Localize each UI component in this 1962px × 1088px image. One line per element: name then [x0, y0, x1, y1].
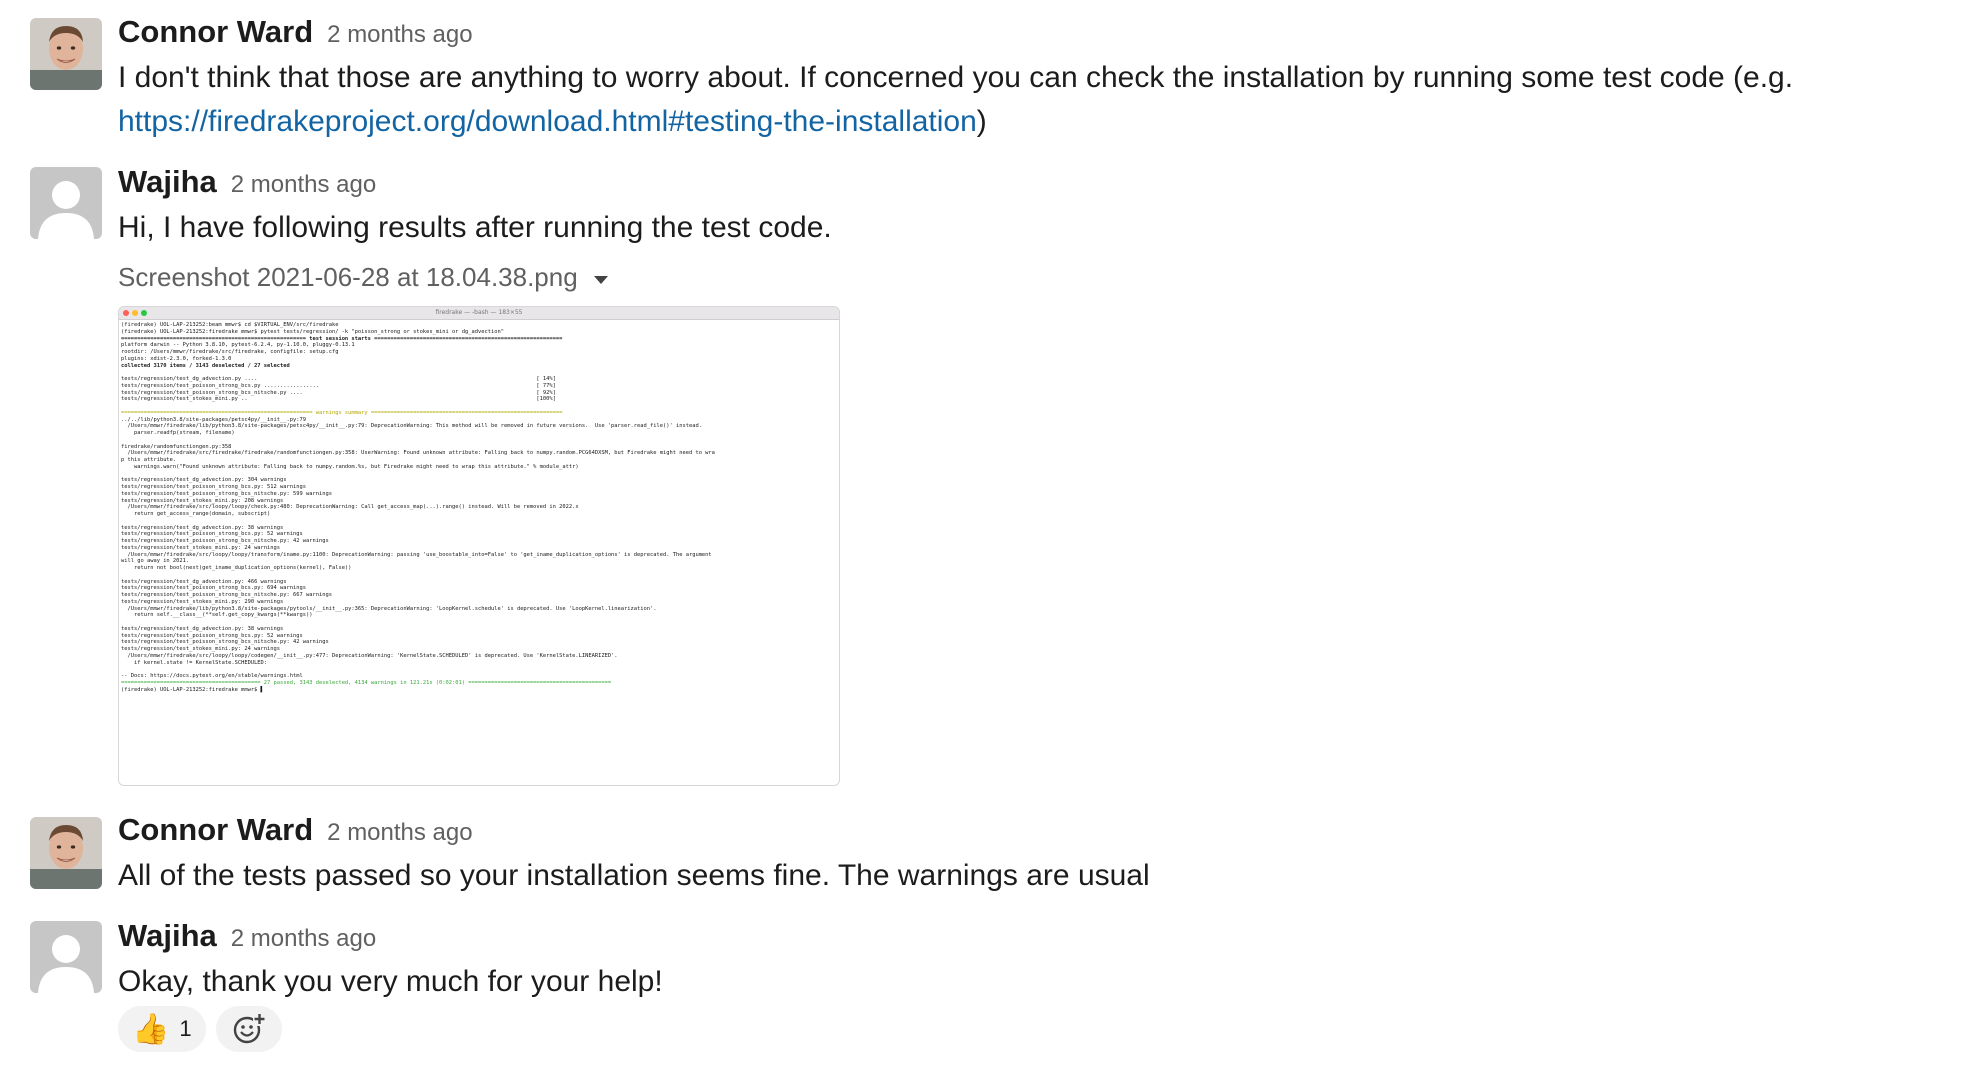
message-text: Okay, thank you very much for your help! — [118, 965, 663, 998]
terminal-line: tests/regression/test_dg_advection.py: 4… — [121, 578, 287, 585]
terminal-line: tests/regression/test_poisson_strong_bcs… — [121, 389, 556, 396]
avatar[interactable] — [30, 921, 102, 993]
terminal-line: return not bool(next(get_iname_duplicati… — [121, 565, 352, 571]
terminal-line: plugins: xdist-2.3.0, forked-1.3.0 — [121, 355, 232, 362]
timestamp[interactable]: 2 months ago — [327, 21, 472, 49]
terminal-line: tests/regression/test_poisson_strong_bcs… — [121, 531, 303, 538]
terminal-title: firedrake — -bash — 183×55 — [435, 309, 523, 316]
terminal-line: tests/regression/test_stokes_mini.py: 24… — [121, 646, 281, 652]
add-emoji-icon — [233, 1013, 266, 1044]
attachment-filename-label: Screenshot 2021-06-28 at 18.04.38.png — [118, 262, 578, 292]
avatar[interactable] — [30, 167, 102, 239]
terminal-line: /Users/mmwr/firedrake/src/loopy/loopy/ch… — [121, 504, 579, 511]
chevron-down-icon[interactable] — [593, 275, 608, 284]
terminal-line: /Users/mmwr/firedrake/lib/python3.8/site… — [121, 423, 702, 430]
author-name[interactable]: Connor Ward — [118, 812, 313, 848]
message-text: Hi, I have following results after runni… — [118, 211, 832, 244]
terminal-line: tests/regression/test_poisson_strong_bcs… — [121, 538, 329, 544]
attachment-filename[interactable]: Screenshot 2021-06-28 at 18.04.38.png — [118, 262, 608, 293]
avatar[interactable] — [30, 817, 102, 889]
timestamp[interactable]: 2 months ago — [231, 171, 376, 199]
author-name[interactable]: Wajiha — [118, 164, 217, 200]
terminal-line: tests/regression/test_dg_advection.py: 3… — [121, 524, 284, 531]
terminal-line: tests/regression/test_poisson_strong_bcs… — [121, 484, 306, 490]
timestamp[interactable]: 2 months ago — [327, 819, 472, 847]
terminal-line: ========================================… — [121, 409, 563, 416]
terminal-line: ========================================… — [121, 335, 563, 342]
terminal-line: firedrake/randomfunctiongen.py:358 — [121, 443, 232, 450]
reactions-bar: 👍 1 — [118, 1006, 282, 1052]
terminal-title-bar: firedrake — -bash — 183×55 — [119, 307, 839, 320]
terminal-line: tests/regression/test_stokes_mini.py: 20… — [121, 497, 284, 504]
reaction-count: 1 — [179, 1016, 192, 1041]
terminal-line: collected 3170 items / 3143 deselected /… — [121, 362, 290, 369]
terminal-line: will go away in 2021. — [121, 558, 190, 565]
thumbs-up-icon: 👍 — [132, 1012, 170, 1046]
terminal-line: tests/regression/test_poisson_strong_bcs… — [121, 490, 332, 497]
terminal-line: ../../lib/python3.8/site-packages/petsc4… — [121, 416, 306, 423]
terminal-line: warnings.warn("Found unknown attribute: … — [121, 463, 579, 470]
terminal-line: tests/regression/test_dg_advection.py: 3… — [121, 477, 287, 484]
terminal-line: return get_access_range(domain, subscrip… — [121, 511, 271, 517]
terminal-line: tests/regression/test_poisson_strong_bcs… — [121, 585, 306, 592]
terminal-line: parser.readfp(stream, filename) — [121, 430, 235, 436]
terminal-line: tests/regression/test_poisson_strong_bcs… — [121, 632, 303, 639]
terminal-line: /Users/mmwr/firedrake/src/loopy/loopy/tr… — [121, 551, 712, 558]
terminal-line: if kernel.state != KernelState.SCHEDULED… — [121, 659, 268, 666]
terminal-line: tests/regression/test_poisson_strong_bcs… — [121, 592, 332, 598]
terminal-line: tests/regression/test_dg_advection.py: 3… — [121, 625, 284, 632]
reaction-thumbs-up[interactable]: 👍 1 — [118, 1006, 206, 1052]
terminal-line: platform darwin -- Python 3.8.10, pytest… — [121, 342, 355, 349]
terminal-line: return self.__class__(**self.get_copy_kw… — [121, 612, 313, 619]
message-header: Connor Ward 2 months ago — [118, 14, 473, 50]
link[interactable]: https://firedrakeproject.org/download.ht… — [118, 105, 977, 138]
terminal-line: tests/regression/test_stokes_mini.py: 24… — [121, 544, 281, 551]
terminal-line: (firedrake) UOL-LAP-213252:beam mmwr$ cd… — [121, 322, 339, 328]
attachment-image[interactable]: firedrake — -bash — 183×55 (firedrake) U… — [118, 306, 840, 786]
terminal-line: /Users/mmwr/firedrake/src/loopy/loopy/co… — [121, 652, 618, 659]
author-name[interactable]: Connor Ward — [118, 14, 313, 50]
message-text: I don't think that those are anything to… — [118, 56, 1918, 144]
default-avatar-icon — [30, 921, 102, 993]
terminal-line: ========================================… — [121, 679, 612, 686]
terminal-line: /Users/mmwr/firedrake/src/firedrake/fire… — [121, 450, 715, 457]
terminal-line: /Users/mmwr/firedrake/lib/python3.8/site… — [121, 605, 657, 612]
message-header: Wajiha 2 months ago — [118, 164, 376, 200]
author-name[interactable]: Wajiha — [118, 918, 217, 954]
message-header: Wajiha 2 months ago — [118, 918, 376, 954]
avatar-photo-icon — [30, 817, 102, 889]
message-header: Connor Ward 2 months ago — [118, 812, 473, 848]
default-avatar-icon — [30, 167, 102, 239]
terminal-line: rootdir: /Users/mmwr/firedrake/src/fired… — [121, 349, 339, 355]
terminal-line: (firedrake) UOL-LAP-213252:firedrake mmw… — [121, 686, 264, 693]
terminal-output: (firedrake) UOL-LAP-213252:beam mmwr$ cd… — [119, 320, 839, 695]
add-reaction-button[interactable] — [215, 1006, 282, 1052]
terminal-line: tests/regression/test_dg_advection.py ..… — [121, 376, 556, 382]
message-text-part: I don't think that those are anything to… — [118, 61, 1794, 94]
terminal-line: tests/regression/test_stokes_mini.py .. … — [121, 396, 556, 403]
message-text-part: ) — [976, 105, 987, 138]
message-text: All of the tests passed so your installa… — [118, 859, 1150, 892]
timestamp[interactable]: 2 months ago — [231, 925, 376, 953]
terminal-line: tests/regression/test_poisson_strong_bcs… — [121, 639, 329, 646]
terminal-line: tests/regression/test_stokes_mini.py: 29… — [121, 598, 284, 605]
avatar[interactable] — [30, 18, 102, 90]
terminal-line: (firedrake) UOL-LAP-213252:firedrake mmw… — [121, 328, 504, 335]
avatar-photo-icon — [30, 18, 102, 90]
terminal-line: p this attribute. — [121, 457, 177, 463]
terminal-line: tests/regression/test_poisson_strong_bcs… — [121, 382, 556, 389]
terminal-line: -- Docs: https://docs.pytest.org/en/stab… — [121, 673, 303, 679]
